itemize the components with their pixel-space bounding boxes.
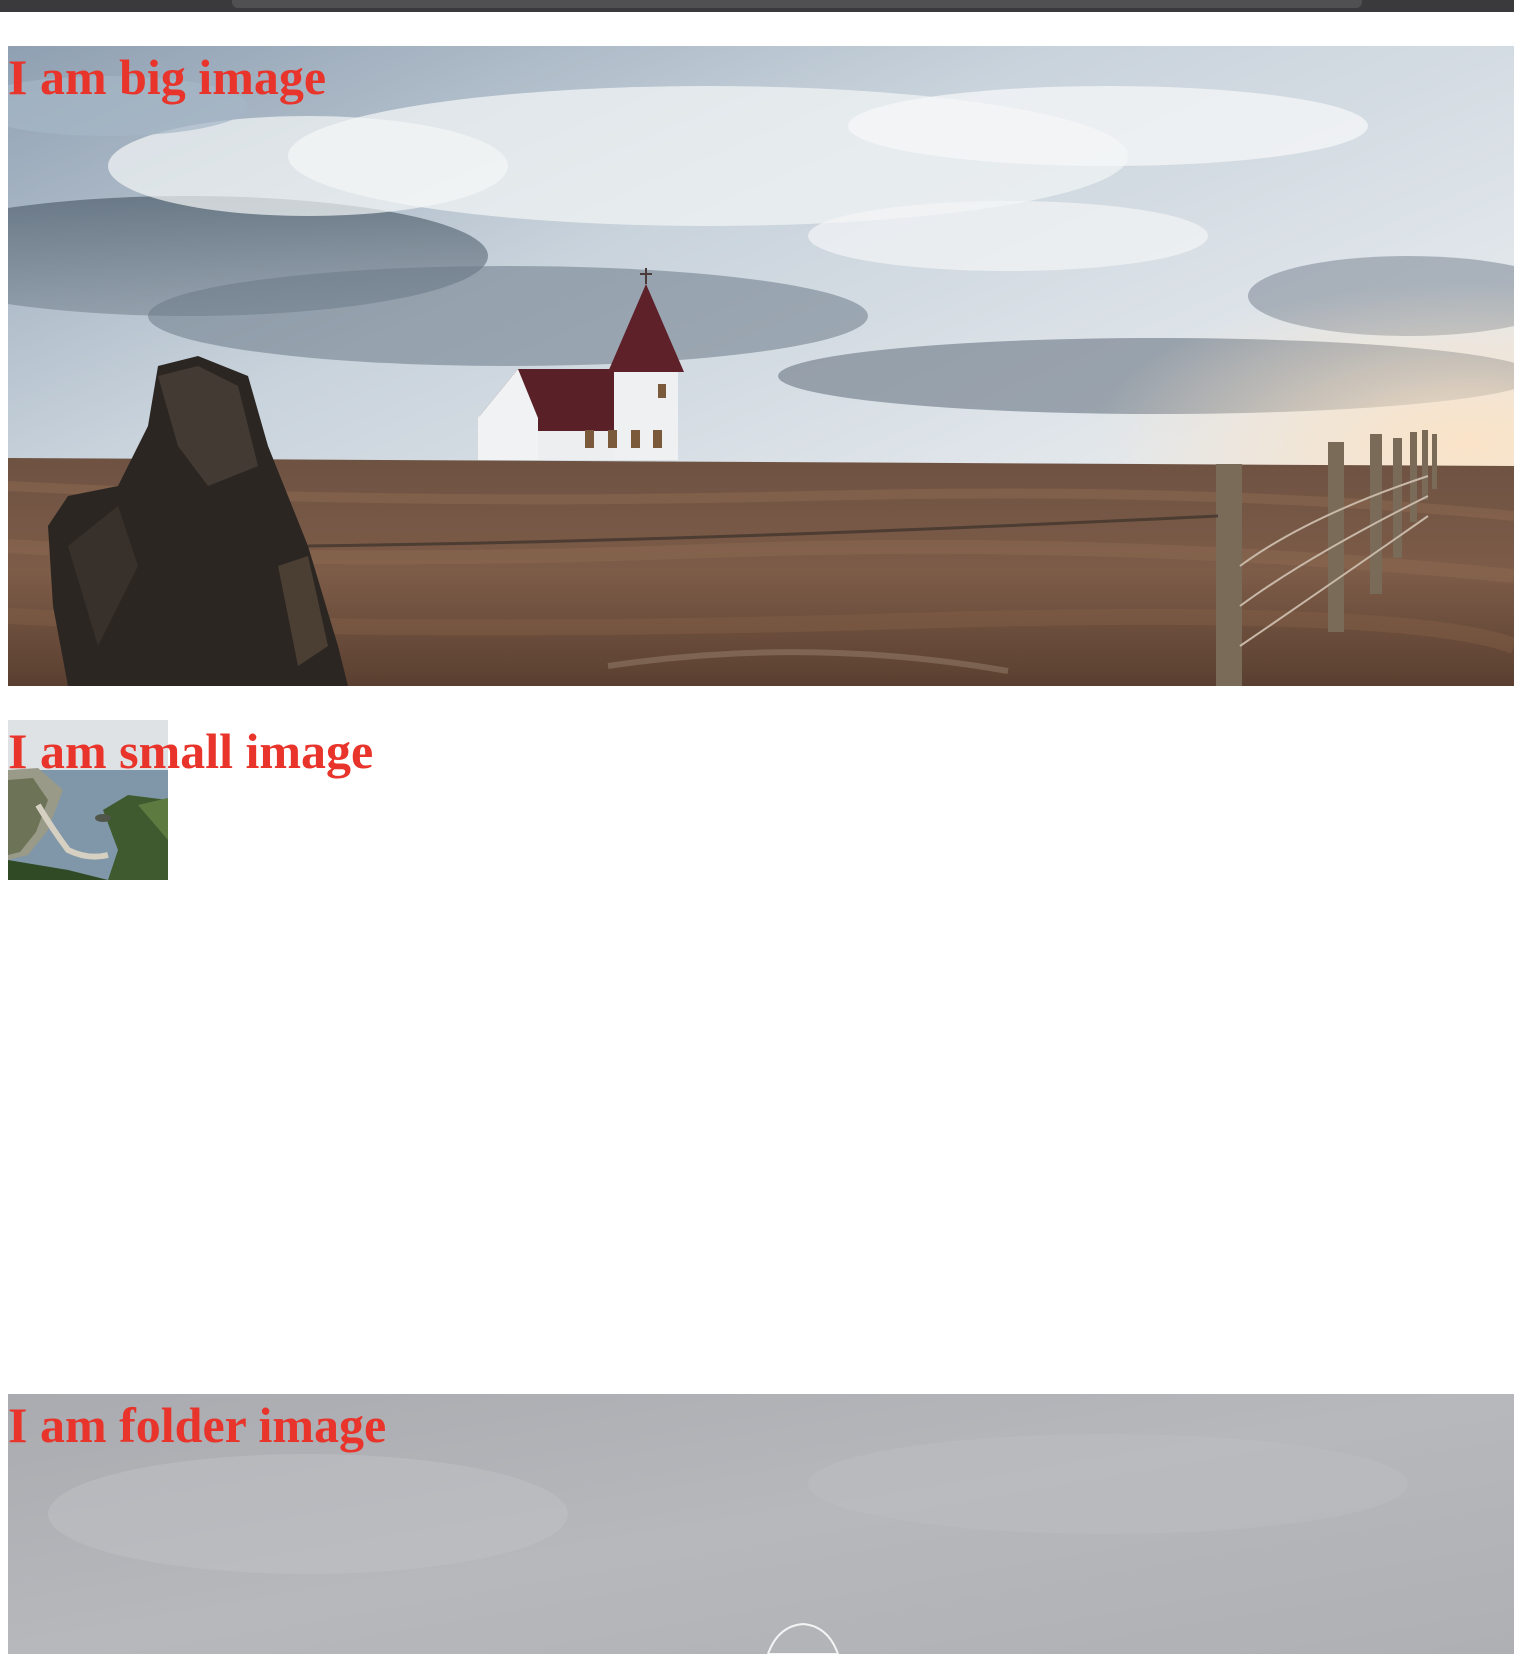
small-image-section: I am small image [8, 720, 373, 880]
folder-image-section: I am folder image [8, 1394, 1514, 1654]
big-image-church-landscape [8, 46, 1514, 686]
folder-image-label: I am folder image [8, 1397, 387, 1453]
browser-top-bar [0, 0, 1514, 12]
small-image-label: I am small image [8, 723, 374, 779]
big-image-label: I am big image [8, 49, 327, 105]
address-bar-edge [232, 0, 1362, 8]
big-image-section: I am big image [8, 46, 1514, 686]
